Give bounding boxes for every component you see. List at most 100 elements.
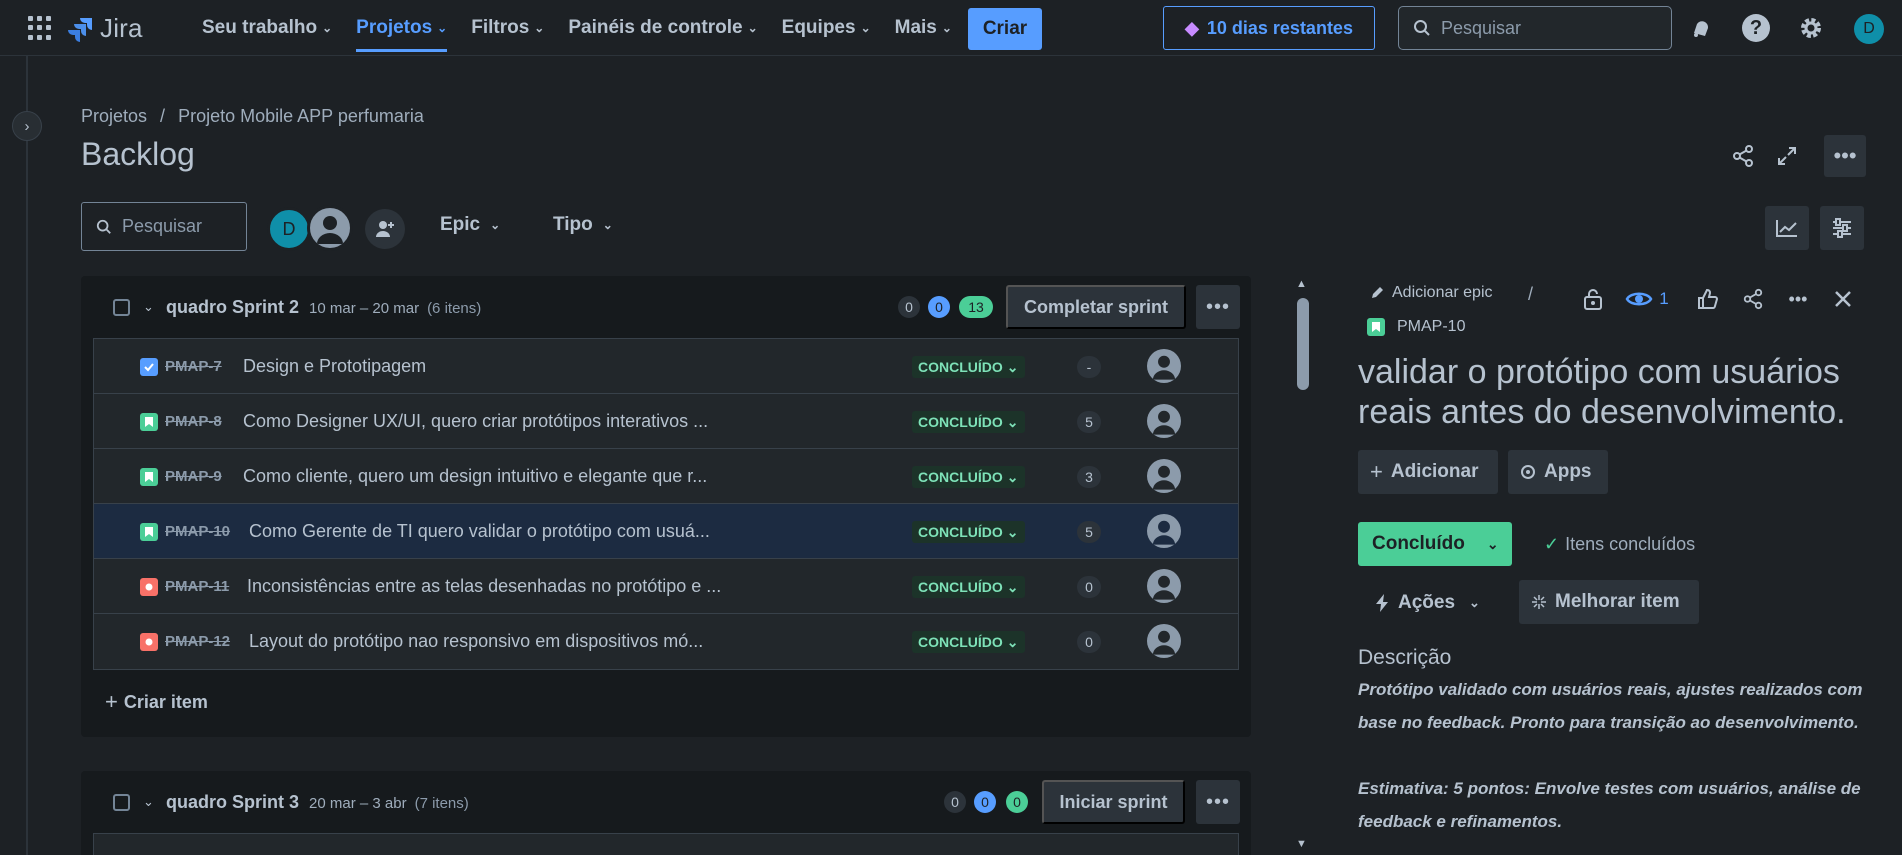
assignee-avatar[interactable] xyxy=(1147,514,1181,548)
assignee-avatar[interactable] xyxy=(1147,404,1181,438)
insights-button[interactable] xyxy=(1765,206,1809,250)
issue-row[interactable]: PMAP-7 Design e Prototipagem CONCLUÍDO ⌄ … xyxy=(94,339,1238,394)
actions-dropdown[interactable]: Ações ⌄ xyxy=(1374,592,1480,614)
sprint-more-button[interactable]: ••• xyxy=(1196,285,1240,329)
description-text[interactable]: Protótipo validado com usuários reais, a… xyxy=(1358,673,1888,739)
breadcrumb-project[interactable]: Projeto Mobile APP perfumaria xyxy=(178,106,424,127)
watch-button[interactable]: 1 xyxy=(1620,282,1674,316)
user-avatar[interactable]: D xyxy=(1854,14,1884,44)
nav-filtros[interactable]: Filtros ⌄ xyxy=(459,0,556,56)
nav-equipes[interactable]: Equipes ⌄ xyxy=(770,0,883,56)
issue-detail-panel: Adicionar epic / PMAP-10 1 ••• validar o… xyxy=(1320,270,1902,855)
issue-key[interactable]: PMAP-9 xyxy=(165,468,222,485)
sprint-more-button[interactable]: ••• xyxy=(1196,780,1240,824)
story-points[interactable]: 0 xyxy=(1077,631,1101,653)
sprint-checkbox[interactable] xyxy=(113,793,130,811)
person-icon xyxy=(1152,355,1176,380)
avatar-filter-d[interactable]: D xyxy=(267,207,311,251)
diamond-icon: ◆ xyxy=(1185,17,1199,38)
story-points[interactable]: 5 xyxy=(1077,411,1101,433)
issue-row[interactable]: PMAP-12 Layout do protótipo nao responsi… xyxy=(94,614,1238,669)
backlog-search-input[interactable]: Pesquisar xyxy=(81,202,247,251)
jira-logo[interactable]: Jira xyxy=(68,13,143,44)
issue-key[interactable]: PMAP-12 xyxy=(165,633,230,650)
fullscreen-icon[interactable] xyxy=(1771,140,1803,172)
assignee-avatar[interactable] xyxy=(1147,459,1181,493)
sprint-title[interactable]: quadro Sprint 3 20 mar – 3 abr (7 itens) xyxy=(166,792,469,813)
done-label: Itens concluídos xyxy=(1565,534,1696,554)
start-sprint-button[interactable]: Iniciar sprint xyxy=(1042,780,1185,824)
description-estimate[interactable]: Estimativa: 5 pontos: Envolve testes com… xyxy=(1358,772,1888,838)
improve-item-button[interactable]: Melhorar item xyxy=(1519,580,1699,624)
status-badge[interactable]: CONCLUÍDO ⌄ xyxy=(912,466,1025,488)
add-person-button[interactable] xyxy=(365,209,405,249)
done-count-badge: 13 xyxy=(959,296,993,318)
backlog-scrollbar[interactable]: ▲ ▼ xyxy=(1295,278,1311,855)
sprint-checkbox[interactable] xyxy=(113,298,130,316)
story-points[interactable]: 5 xyxy=(1077,521,1101,543)
story-points[interactable]: 0 xyxy=(1077,576,1101,598)
scroll-down-icon[interactable]: ▼ xyxy=(1296,838,1307,850)
create-button[interactable]: Criar xyxy=(968,8,1042,50)
more-options-button[interactable]: ••• xyxy=(1824,135,1866,177)
scrollbar-thumb[interactable] xyxy=(1297,298,1309,390)
add-button[interactable]: + Adicionar xyxy=(1358,450,1498,494)
sprint-title[interactable]: quadro Sprint 2 10 mar – 20 mar (6 itens) xyxy=(166,297,481,318)
more-icon[interactable]: ••• xyxy=(1781,282,1815,316)
view-settings-button[interactable] xyxy=(1820,206,1864,250)
search-placeholder: Pesquisar xyxy=(1441,17,1522,38)
nav-seu-trabalho[interactable]: Seu trabalho ⌄ xyxy=(190,0,344,56)
epic-filter-dropdown[interactable]: Epic ⌄ xyxy=(440,214,500,236)
trial-label: 10 dias restantes xyxy=(1206,17,1353,38)
issue-row-selected[interactable]: PMAP-10 Como Gerente de TI quero validar… xyxy=(94,504,1238,559)
pencil-icon xyxy=(1372,287,1383,298)
issue-row[interactable]: PMAP-9 Como cliente, quero um design int… xyxy=(94,449,1238,504)
status-badge[interactable]: CONCLUÍDO ⌄ xyxy=(912,631,1025,653)
settings-gear-icon[interactable] xyxy=(1795,12,1827,44)
assignee-avatar[interactable] xyxy=(1147,624,1181,658)
collapse-chevron-icon[interactable]: ⌄ xyxy=(143,299,154,315)
thumbs-up-icon[interactable] xyxy=(1690,282,1724,316)
collapse-chevron-icon[interactable]: ⌄ xyxy=(143,794,154,810)
app-switcher-icon[interactable] xyxy=(28,16,52,40)
global-search-input[interactable]: Pesquisar xyxy=(1398,6,1672,50)
type-filter-dropdown[interactable]: Tipo ⌄ xyxy=(553,214,613,236)
lock-icon[interactable] xyxy=(1576,282,1610,316)
assignee-avatar[interactable] xyxy=(1147,349,1181,383)
done-count-badge: 0 xyxy=(1006,791,1028,813)
help-icon[interactable]: ? xyxy=(1740,12,1772,44)
status-badge[interactable]: CONCLUÍDO ⌄ xyxy=(912,521,1025,543)
status-badge[interactable]: CONCLUÍDO ⌄ xyxy=(912,576,1025,598)
issue-row[interactable]: PMAP-8 Como Designer UX/UI, quero criar … xyxy=(94,394,1238,449)
complete-sprint-button[interactable]: Completar sprint xyxy=(1006,285,1186,329)
nav-paineis[interactable]: Painéis de controle ⌄ xyxy=(556,0,769,56)
issue-title[interactable]: validar o protótipo com usuários reais a… xyxy=(1358,352,1888,432)
assignee-avatar[interactable] xyxy=(1147,569,1181,603)
create-item-button[interactable]: + Criar item xyxy=(105,689,208,715)
breadcrumb-projetos[interactable]: Projetos xyxy=(81,106,147,127)
bug-type-icon xyxy=(140,578,158,596)
issue-key[interactable]: PMAP-7 xyxy=(165,358,222,375)
issue-key[interactable]: PMAP-8 xyxy=(165,413,222,430)
issue-key[interactable]: PMAP-10 xyxy=(165,523,230,540)
add-epic-button[interactable]: Adicionar epic xyxy=(1370,284,1493,302)
issue-key[interactable]: PMAP-11 xyxy=(165,578,229,595)
trial-button[interactable]: ◆ 10 dias restantes xyxy=(1163,6,1375,50)
share-icon[interactable] xyxy=(1727,140,1759,172)
status-dropdown[interactable]: Concluído ⌄ xyxy=(1358,522,1512,566)
apps-button[interactable]: Apps xyxy=(1508,450,1608,494)
close-icon[interactable] xyxy=(1826,282,1860,316)
issue-row[interactable]: PMAP-11 Inconsistências entre as telas d… xyxy=(94,559,1238,614)
story-points[interactable]: - xyxy=(1077,356,1101,378)
scroll-up-icon[interactable]: ▲ xyxy=(1296,278,1307,290)
notifications-icon[interactable] xyxy=(1685,12,1717,44)
nav-mais[interactable]: Mais ⌄ xyxy=(883,0,964,56)
nav-projetos[interactable]: Projetos ⌄ xyxy=(344,0,459,56)
expand-sidebar-button[interactable]: › xyxy=(12,111,42,141)
avatar-filter-unassigned[interactable] xyxy=(307,205,353,251)
status-badge[interactable]: CONCLUÍDO ⌄ xyxy=(912,411,1025,433)
status-badge[interactable]: CONCLUÍDO ⌄ xyxy=(912,356,1025,378)
issue-key-link[interactable]: PMAP-10 xyxy=(1367,318,1465,336)
story-points[interactable]: 3 xyxy=(1077,466,1101,488)
share-icon[interactable] xyxy=(1736,282,1770,316)
